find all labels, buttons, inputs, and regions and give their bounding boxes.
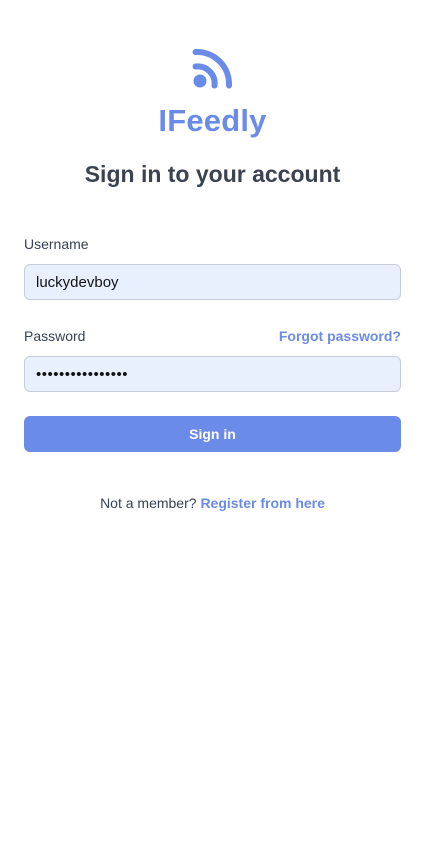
forgot-password-link[interactable]: Forgot password? [279, 327, 401, 345]
page-title: Sign in to your account [84, 161, 341, 187]
username-label: Username [24, 236, 89, 252]
rss-icon [192, 48, 233, 89]
register-link[interactable]: Register from here [200, 495, 324, 511]
not-member-text: Not a member? [100, 495, 197, 511]
password-label: Password [24, 328, 86, 344]
sign-in-button[interactable]: Sign in [24, 416, 401, 452]
login-page: IFeedly Sign in to your account Username… [0, 0, 425, 847]
brand-name: IFeedly [158, 103, 267, 138]
register-prompt: Not a member? Register from here [0, 494, 425, 512]
password-input[interactable] [24, 356, 401, 392]
username-input[interactable] [24, 264, 401, 300]
